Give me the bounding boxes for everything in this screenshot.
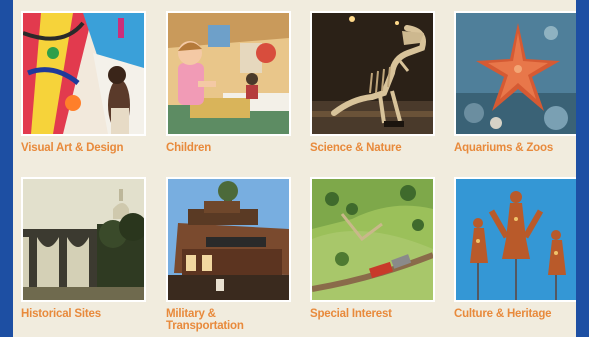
starfish-image[interactable] [454, 11, 576, 136]
category-label[interactable]: Children [166, 142, 294, 154]
category-grid: Visual Art & Design Children Science & N… [21, 11, 576, 337]
aqueduct-bridge-graphic [23, 179, 144, 300]
starfish-graphic [456, 13, 576, 134]
child-reading-image[interactable] [166, 11, 291, 136]
category-card-historical[interactable]: Historical Sites [21, 177, 146, 332]
child-reading-graphic [168, 13, 289, 134]
category-card-military[interactable]: Military & Transportation [166, 177, 291, 332]
category-card-children[interactable]: Children [166, 11, 291, 166]
category-label[interactable]: Aquariums & Zoos [454, 142, 576, 154]
category-card-culture[interactable]: Culture & Heritage [454, 177, 576, 332]
shadow-puppets-graphic [456, 179, 576, 300]
street-art-mural-graphic [23, 13, 144, 134]
category-label[interactable]: Visual Art & Design [21, 142, 149, 154]
category-card-special[interactable]: Special Interest [310, 177, 435, 332]
category-label[interactable]: Science & Nature [310, 142, 438, 154]
dinosaur-skeleton-image[interactable] [310, 11, 435, 136]
category-label[interactable]: Military & Transportation [166, 308, 248, 332]
aqueduct-bridge-image[interactable] [21, 177, 146, 302]
category-panel: Visual Art & Design Children Science & N… [13, 0, 576, 337]
category-card-aquariums[interactable]: Aquariums & Zoos [454, 11, 576, 166]
category-label[interactable]: Culture & Heritage [454, 308, 576, 320]
transport-museum-image[interactable] [166, 177, 291, 302]
model-railroad-graphic [312, 179, 433, 300]
model-railroad-image[interactable] [310, 177, 435, 302]
category-label[interactable]: Special Interest [310, 308, 438, 320]
transport-museum-graphic [168, 179, 289, 300]
shadow-puppets-image[interactable] [454, 177, 576, 302]
page-frame: Visual Art & Design Children Science & N… [0, 0, 589, 337]
category-card-visual-art[interactable]: Visual Art & Design [21, 11, 146, 166]
category-card-science[interactable]: Science & Nature [310, 11, 435, 166]
dinosaur-skeleton-graphic [312, 13, 433, 134]
street-art-mural-image[interactable] [21, 11, 146, 136]
category-label[interactable]: Historical Sites [21, 308, 149, 320]
